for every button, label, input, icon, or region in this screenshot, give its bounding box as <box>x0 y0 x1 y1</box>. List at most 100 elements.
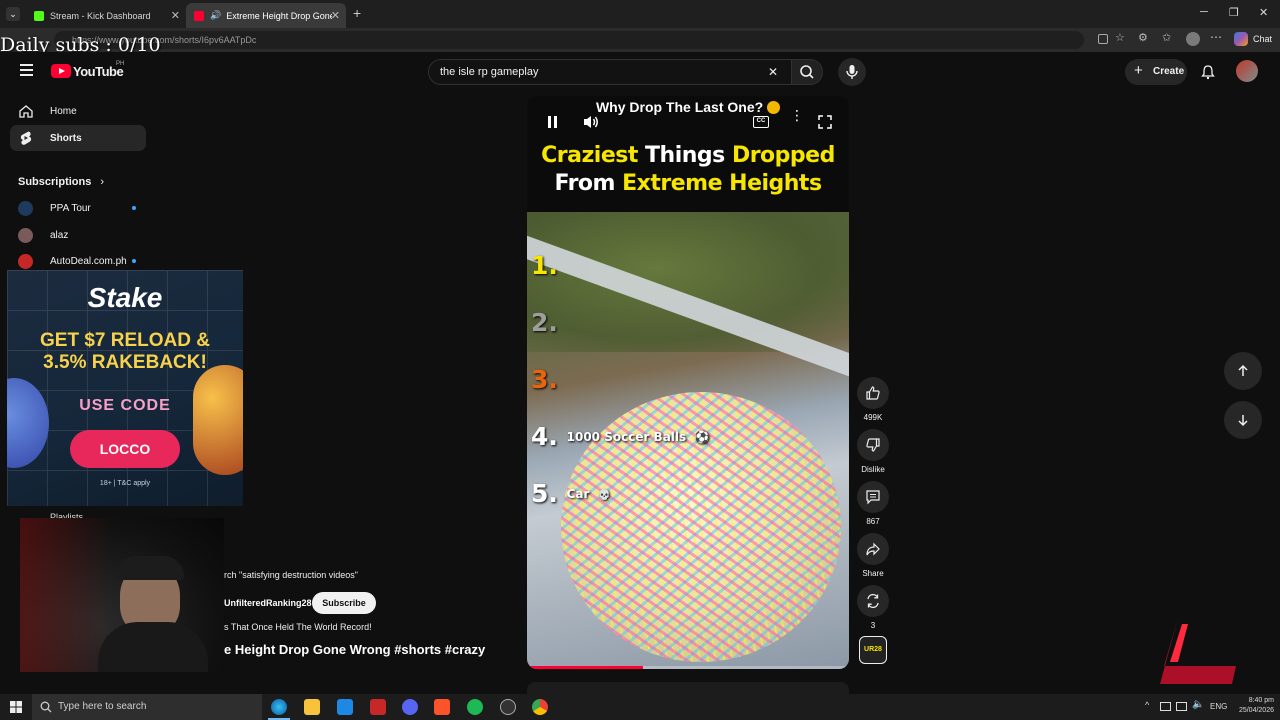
speaker-icon[interactable]: 🔊 <box>210 10 221 21</box>
volume-tray-icon[interactable]: 🔈 <box>1192 699 1204 710</box>
subscriptions-label: Subscriptions <box>18 176 92 188</box>
clock-date: 25/04/2026 <box>1238 707 1274 714</box>
search-input[interactable]: the isle rp gameplay <box>428 59 792 85</box>
spotify-icon[interactable] <box>467 699 483 715</box>
channel-name[interactable]: UnfilteredRanking28 <box>224 598 312 608</box>
network-icon[interactable] <box>1176 702 1187 711</box>
like-count: 499K <box>863 413 883 422</box>
chevron-right-icon: › <box>100 176 105 188</box>
sidebar-item-home[interactable]: Home <box>10 98 146 124</box>
account-avatar[interactable] <box>1236 60 1258 82</box>
create-button[interactable]: + Create <box>1125 59 1187 85</box>
short-video-title[interactable]: e Height Drop Gone Wrong #shorts #crazy <box>224 642 485 657</box>
file-explorer-icon[interactable] <box>304 699 320 715</box>
pause-icon[interactable] <box>547 115 559 129</box>
subscribe-button[interactable]: Subscribe <box>312 592 376 614</box>
youtube-logo-icon[interactable] <box>51 64 71 78</box>
sidebar-item-label: Shorts <box>50 132 82 144</box>
short-video-player[interactable]: Why Drop The Last One? CC ⋮ Craziest Thi… <box>527 96 849 669</box>
previous-short-button[interactable] <box>1224 352 1262 390</box>
minimize-icon[interactable]: ─ <box>1200 6 1208 18</box>
clear-search-icon[interactable]: ✕ <box>768 65 778 79</box>
ranking-item-4: 4. 1000 Soccer Balls ⚽ <box>531 422 710 451</box>
tab-close-icon[interactable]: ✕ <box>171 9 180 22</box>
channel-avatar <box>18 228 33 243</box>
slot-machine-graphic <box>193 365 243 475</box>
share-icon <box>866 542 880 556</box>
steam-icon[interactable] <box>500 699 516 715</box>
progress-fill <box>527 666 643 669</box>
browser-tab-strip: ⌄ Stream - Kick Dashboard ✕ 🔊 Extreme He… <box>0 0 1280 28</box>
chrome-icon[interactable] <box>532 699 548 715</box>
favorites-icon[interactable]: ✩ <box>1162 31 1171 44</box>
dislike-button[interactable] <box>857 429 889 461</box>
restore-icon[interactable]: ❐ <box>1229 6 1239 19</box>
chat-label[interactable]: Chat <box>1253 34 1272 44</box>
taskbar-clock[interactable]: 8:40 pm 25/04/2026 <box>1232 696 1274 716</box>
window-close-icon[interactable]: ✕ <box>1259 6 1268 19</box>
extensions-icon[interactable]: ⚙ <box>1138 31 1148 44</box>
progress-track[interactable] <box>527 666 849 669</box>
tab-kick-dashboard[interactable]: Stream - Kick Dashboard ✕ <box>26 3 186 28</box>
url-field[interactable]: https://www.youtube.com/shorts/I6pv6AATp… <box>54 31 1084 49</box>
ranking-item-2: 2. <box>531 308 558 337</box>
search-button[interactable] <box>791 59 823 85</box>
more-options-icon[interactable]: ⋮ <box>790 108 804 122</box>
tab-close-icon[interactable]: ✕ <box>331 9 340 22</box>
edge-icon[interactable] <box>271 699 287 715</box>
clock-time: 8:40 pm <box>1248 697 1274 704</box>
channel-avatar <box>18 254 33 269</box>
home-icon <box>19 105 33 118</box>
search-value: the isle rp gameplay <box>440 66 539 78</box>
copilot-icon[interactable] <box>1234 32 1248 46</box>
sidebar-sub-alaz[interactable]: alaz <box>10 222 146 248</box>
captions-icon[interactable]: CC <box>753 116 769 128</box>
language-indicator[interactable]: ENG <box>1210 702 1227 711</box>
next-short-preview[interactable] <box>527 682 849 694</box>
stake-promo-code-button: LOCCO <box>70 430 180 468</box>
tab-youtube-short[interactable]: 🔊 Extreme Height Drop Gone W ✕ <box>186 3 346 28</box>
ranking-item-3: 3. <box>531 365 558 394</box>
next-short-button[interactable] <box>1224 401 1262 439</box>
more-menu-icon[interactable]: ⋯ <box>1210 30 1222 44</box>
new-content-dot <box>132 259 136 263</box>
remix-button[interactable] <box>857 585 889 617</box>
stake-offer-line1: GET $7 RELOAD & <box>40 330 210 351</box>
thumbs-down-icon <box>866 438 880 452</box>
favorite-star-icon[interactable]: ☆ <box>1115 31 1125 44</box>
volume-icon[interactable] <box>582 114 600 130</box>
comments-button[interactable] <box>857 481 889 513</box>
voice-search-button[interactable] <box>838 58 866 86</box>
hamburger-menu-icon[interactable] <box>20 64 33 76</box>
comment-icon <box>866 490 880 505</box>
adobe-icon[interactable] <box>370 699 386 715</box>
create-label: Create <box>1153 66 1185 77</box>
subscriptions-heading[interactable]: Subscriptions › <box>18 176 104 188</box>
new-tab-plus-icon[interactable]: + <box>353 5 361 21</box>
outlook-icon[interactable] <box>337 699 353 715</box>
search-icon <box>40 701 52 713</box>
audio-source-thumbnail[interactable]: UR28 <box>859 636 887 664</box>
tray-overflow-icon[interactable]: ^ <box>1145 700 1149 710</box>
windows-start-icon[interactable] <box>10 701 22 713</box>
address-bar-row: https://www.youtube.com/shorts/I6pv6AATp… <box>0 28 1280 52</box>
share-button[interactable] <box>857 533 889 565</box>
streamer-shirt <box>98 622 208 672</box>
short-subtitle: s That Once Held The World Record! <box>224 622 372 632</box>
tray-display-icon[interactable] <box>1160 702 1171 711</box>
fullscreen-icon[interactable] <box>818 115 832 129</box>
sidebar-item-shorts[interactable]: Shorts <box>10 125 146 151</box>
app-available-icon[interactable] <box>1098 34 1108 44</box>
sidebar-sub-ppa-tour[interactable]: PPA Tour <box>10 195 146 221</box>
profile-avatar[interactable] <box>1186 32 1200 46</box>
like-button[interactable] <box>857 377 889 409</box>
tab-list-chevron-icon[interactable]: ⌄ <box>6 7 20 21</box>
sidebar-item-label: Home <box>50 105 77 117</box>
obs-icon[interactable] <box>402 699 418 715</box>
taskbar-search-box[interactable]: Type here to search <box>32 694 262 720</box>
brave-icon[interactable] <box>434 699 450 715</box>
sidebar-item-label: PPA Tour <box>50 202 91 214</box>
related-search-link[interactable]: rch "satisfying destruction videos" <box>224 570 358 580</box>
notifications-bell-icon[interactable] <box>1200 64 1216 80</box>
arrow-up-icon <box>1238 364 1248 376</box>
